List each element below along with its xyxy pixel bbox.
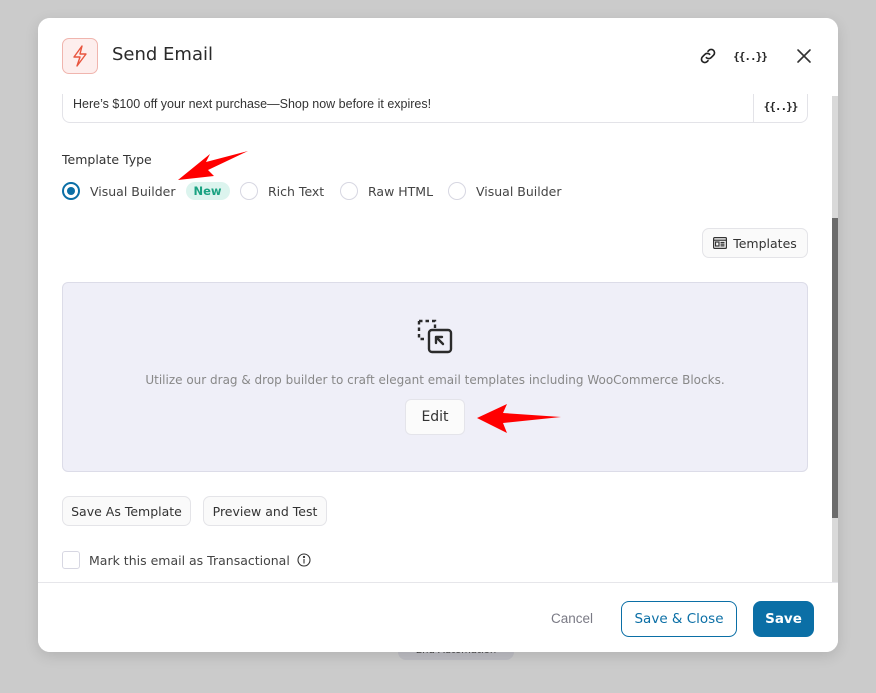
save-as-template-button[interactable]: Save As Template [62, 496, 191, 526]
visual-builder-panel: Utilize our drag & drop builder to craft… [62, 282, 808, 472]
template-icon [713, 237, 728, 249]
merge-tags-icon: {{..}} [733, 49, 768, 63]
lightning-icon [62, 38, 98, 74]
transactional-option: Mark this email as Transactional [62, 550, 311, 570]
templates-button[interactable]: Templates [702, 228, 808, 258]
template-type-label: Template Type [62, 152, 152, 167]
save-button[interactable]: Save [753, 601, 814, 637]
radio-unchecked-icon[interactable] [448, 182, 466, 200]
close-button[interactable] [792, 44, 816, 68]
radio-raw-html[interactable]: Raw HTML [340, 180, 433, 202]
modal-title: Send Email [112, 44, 213, 65]
merge-tags-button[interactable]: {{..}} [733, 44, 768, 68]
preview-and-test-button[interactable]: Preview and Test [203, 496, 327, 526]
radio-label: Rich Text [268, 183, 325, 199]
edit-button[interactable]: Edit [405, 399, 465, 435]
merge-tags-icon: {{..}} [763, 99, 799, 113]
template-type-radio-group: Visual Builder New Rich Text Raw HTML Vi… [62, 180, 762, 202]
close-icon [797, 49, 811, 63]
cancel-button[interactable]: Cancel [534, 601, 610, 635]
link-icon [700, 48, 716, 64]
radio-label: Raw HTML [368, 183, 434, 199]
edit-button-label: Edit [421, 409, 449, 425]
radio-label: Visual Builder [90, 183, 176, 199]
radio-visual-builder-new[interactable]: Visual Builder New [62, 180, 230, 202]
radio-visual-builder[interactable]: Visual Builder [448, 180, 562, 202]
subject-value[interactable]: Here’s $100 off your next purchase—Shop … [73, 97, 431, 111]
modal-footer: Cancel Save & Close Save [38, 582, 838, 652]
transactional-label: Mark this email as Transactional [89, 552, 290, 568]
save-and-close-label: Save & Close [634, 611, 724, 627]
radio-label: Visual Builder [476, 183, 562, 199]
preview-and-test-label: Preview and Test [212, 503, 318, 519]
radio-rich-text[interactable]: Rich Text [240, 180, 324, 202]
drag-drop-icon [417, 319, 453, 354]
save-and-close-button[interactable]: Save & Close [621, 601, 737, 637]
scrollbar-thumb[interactable] [832, 218, 838, 518]
annotation-arrow-icon [178, 151, 248, 180]
subject-input[interactable]: Here’s $100 off your next purchase—Shop … [62, 94, 808, 123]
modal-header: Send Email {{..}} [38, 18, 838, 94]
builder-description: Utilize our drag & drop builder to craft… [145, 373, 725, 387]
save-label: Save [765, 611, 802, 627]
subject-merge-tags-button[interactable]: {{..}} [753, 94, 807, 122]
radio-unchecked-icon[interactable] [240, 182, 258, 200]
modal-body: Here’s $100 off your next purchase—Shop … [38, 94, 838, 582]
send-email-modal: Send Email {{..}} Here’s $100 off your n… [38, 18, 838, 652]
info-icon[interactable] [297, 553, 311, 567]
save-as-template-label: Save As Template [71, 503, 182, 519]
new-badge: New [185, 182, 230, 200]
radio-checked-icon[interactable] [62, 182, 80, 200]
annotation-arrow-icon [477, 404, 561, 433]
transactional-checkbox[interactable] [62, 551, 80, 569]
link-button[interactable] [696, 44, 720, 68]
templates-button-label: Templates [733, 235, 797, 251]
radio-unchecked-icon[interactable] [340, 182, 358, 200]
